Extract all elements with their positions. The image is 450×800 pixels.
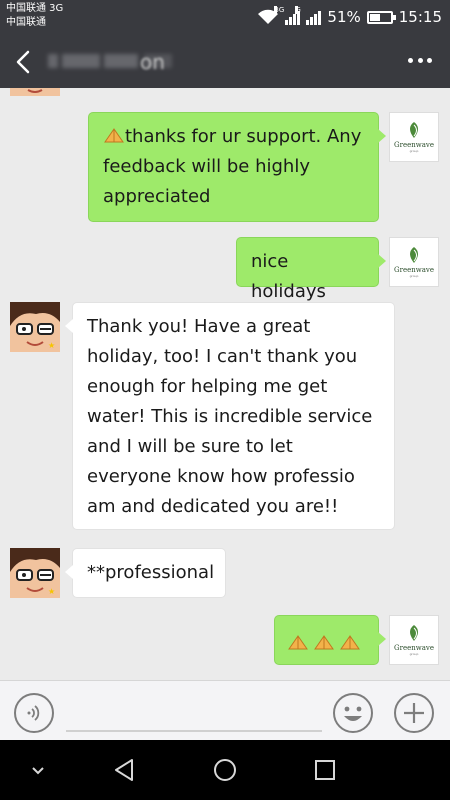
message-bubble-sent[interactable]: nice holidays	[236, 237, 386, 302]
battery-percent: 51%	[327, 8, 361, 26]
contact-name: on	[48, 50, 198, 74]
chevron-down-icon[interactable]	[24, 756, 52, 784]
message-bubble-sent[interactable]: thanks for ur support. Any feedback will…	[88, 112, 386, 222]
greenwave-leaf-icon	[410, 624, 418, 641]
contact-avatar[interactable]	[10, 88, 60, 96]
message-bubble-received[interactable]: **professional	[65, 548, 226, 598]
carrier-label-2: 中国联通	[6, 17, 46, 28]
contact-name-text: on	[140, 50, 165, 74]
battery-icon	[366, 10, 396, 24]
message-text: Thank you! Have a great holiday, too! I …	[87, 316, 373, 517]
message-text: **professional	[87, 562, 215, 583]
logo-name: Greenwave	[394, 643, 434, 652]
message-text: nice holidays	[251, 251, 326, 302]
my-avatar[interactable]: Greenwave group	[389, 615, 439, 665]
message-bubble-received[interactable]: Thank you! Have a great holiday, too! I …	[65, 302, 395, 530]
smiley-icon[interactable]	[333, 693, 373, 733]
message-list[interactable]: thanks for ur support. Any feedback will…	[0, 88, 450, 680]
my-avatar[interactable]: Greenwave group	[389, 112, 439, 162]
greenwave-leaf-icon	[410, 246, 418, 263]
praying-hands-icon	[340, 635, 360, 650]
clock: 15:15	[398, 8, 442, 26]
contact-avatar[interactable]: ★	[10, 302, 60, 352]
logo-sub: group	[409, 148, 419, 153]
praying-hands-icon	[314, 635, 334, 650]
plus-icon[interactable]	[394, 693, 434, 733]
back-triangle-icon[interactable]	[111, 756, 139, 784]
voice-icon[interactable]	[14, 693, 54, 733]
my-avatar[interactable]: Greenwave group	[389, 237, 439, 287]
chat-header: on	[0, 36, 450, 88]
logo-sub: group	[409, 273, 419, 278]
logo-sub: group	[409, 651, 419, 656]
svg-text:★: ★	[48, 341, 55, 350]
signal-icon-2: G	[295, 6, 322, 25]
svg-text:★: ★	[48, 587, 55, 596]
greenwave-leaf-icon	[410, 121, 418, 138]
back-arrow-icon[interactable]	[12, 48, 38, 76]
message-text: thanks for ur support. Any feedback will…	[103, 126, 362, 207]
message-bubble-sent[interactable]	[274, 615, 386, 665]
recents-square-icon[interactable]	[311, 756, 339, 784]
network-type-1: 3G	[274, 6, 285, 14]
logo-name: Greenwave	[394, 265, 434, 274]
message-input[interactable]	[66, 730, 322, 732]
praying-hands-icon	[104, 128, 124, 143]
contact-avatar[interactable]: ★	[10, 548, 60, 598]
home-circle-icon[interactable]	[211, 756, 239, 784]
more-dots-icon[interactable]	[408, 58, 432, 66]
status-bar: 中国联通 3G 中国联通 3G G 51% 15:15	[0, 0, 450, 36]
carrier-label-1: 中国联通 3G	[6, 3, 64, 14]
logo-name: Greenwave	[394, 140, 434, 149]
praying-hands-icon	[288, 635, 308, 650]
network-type-2: G	[295, 6, 301, 14]
system-nav-bar	[0, 740, 450, 800]
input-bar	[0, 680, 450, 740]
